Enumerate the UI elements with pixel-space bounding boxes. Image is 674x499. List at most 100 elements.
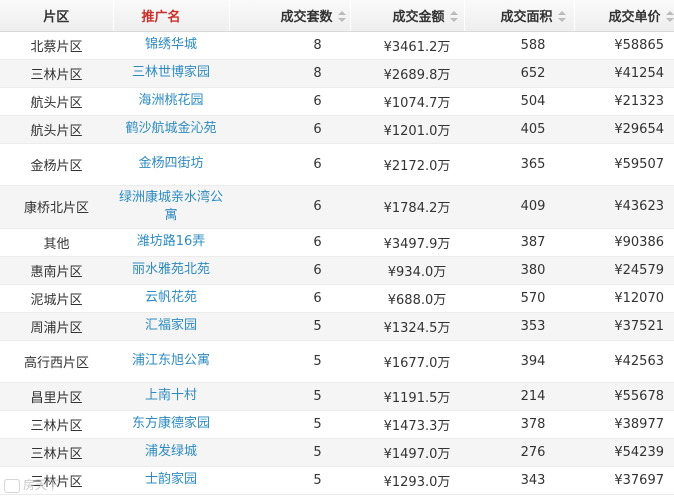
cell-area: 570 bbox=[520, 290, 546, 306]
project-link[interactable]: 金杨四街坊 bbox=[138, 156, 203, 171]
cell-price: ¥58865 bbox=[614, 37, 664, 53]
cell-units: 5 bbox=[313, 444, 322, 460]
cell-project: 云帆花苑 bbox=[113, 284, 229, 312]
cell-units: 6 bbox=[313, 234, 322, 250]
cell-price: ¥29654 bbox=[614, 121, 664, 137]
cell-price: ¥43623 bbox=[614, 199, 664, 214]
sort-icon[interactable] bbox=[337, 10, 346, 22]
table-row: 航头片区 鹤沙航城金沁苑 6 ¥1201.0万 405 ¥29654 bbox=[0, 115, 674, 143]
watermark-logo-icon bbox=[4, 478, 20, 493]
cell-area: 276 bbox=[520, 444, 546, 460]
project-link[interactable]: 潍坊路16弄 bbox=[137, 234, 206, 249]
cell-price: ¥21323 bbox=[614, 93, 664, 109]
sort-icon[interactable] bbox=[665, 10, 674, 22]
project-link[interactable]: 汇福家园 bbox=[145, 318, 197, 333]
cell-amount: ¥1677.0万 bbox=[383, 355, 451, 371]
cell-area: 380 bbox=[520, 262, 546, 278]
sort-icon[interactable] bbox=[557, 10, 566, 22]
cell-district: 航头片区 bbox=[30, 95, 83, 111]
cell-project: 锦绣华城 bbox=[113, 31, 229, 59]
project-link[interactable]: 上南十村 bbox=[145, 388, 197, 403]
transactions-table: 片区 推广名 成交套数 成交金额 成交面积 成交单价 北蔡片区 锦绣华城 8 ¥… bbox=[0, 0, 674, 495]
cell-district: 三林片区 bbox=[30, 446, 83, 462]
table-row: 周浦片区 汇福家园 5 ¥1324.5万 353 ¥37521 bbox=[0, 312, 674, 340]
cell-amount: ¥1473.3万 bbox=[383, 418, 451, 434]
cell-project: 浦发绿城 bbox=[113, 438, 229, 466]
cell-price: ¥55678 bbox=[614, 388, 664, 404]
table-row: 昌里片区 上南十村 5 ¥1191.5万 214 ¥55678 bbox=[0, 382, 674, 410]
cell-area: 588 bbox=[520, 37, 546, 53]
table-row: 高行西片区 浦江东旭公寓 5 ¥1677.0万 394 ¥42563 bbox=[0, 340, 674, 382]
header-project: 推广名 bbox=[113, 0, 230, 32]
project-link[interactable]: 云帆花苑 bbox=[145, 290, 197, 305]
cell-amount: ¥1201.0万 bbox=[383, 123, 451, 139]
table-row: 三林片区 东方康德家园 5 ¥1473.3万 378 ¥38977 bbox=[0, 410, 674, 438]
cell-project: 士韵家园 bbox=[113, 466, 229, 494]
project-link[interactable]: 海洲桃花园 bbox=[138, 93, 203, 108]
header-amount[interactable]: 成交金额 bbox=[350, 0, 465, 32]
header-units[interactable]: 成交套数 bbox=[229, 0, 351, 32]
cell-amount: ¥1497.0万 bbox=[383, 446, 451, 462]
cell-district: 高行西片区 bbox=[23, 355, 89, 371]
table-row: 三林片区 士韵家园 5 ¥1293.0万 343 ¥37697 bbox=[0, 466, 674, 494]
header-price-label: 成交单价 bbox=[608, 9, 661, 25]
table-row: 其他 潍坊路16弄 6 ¥3497.9万 387 ¥90386 bbox=[0, 228, 674, 256]
cell-project: 东方康德家园 bbox=[113, 410, 229, 438]
cell-units: 5 bbox=[313, 472, 322, 488]
cell-project: 金杨四街坊 bbox=[113, 143, 229, 185]
table-row: 三林片区 三林世博家园 8 ¥2689.8万 652 ¥41254 bbox=[0, 59, 674, 87]
project-link[interactable]: 士韵家园 bbox=[145, 472, 197, 487]
cell-district: 航头片区 bbox=[30, 123, 83, 139]
cell-amount: ¥3461.2万 bbox=[383, 39, 451, 55]
cell-units: 6 bbox=[313, 121, 322, 137]
cell-amount: ¥2689.8万 bbox=[383, 67, 451, 83]
cell-price: ¥38977 bbox=[614, 416, 664, 432]
cell-amount: ¥3497.9万 bbox=[383, 236, 451, 252]
cell-amount: ¥1191.5万 bbox=[383, 390, 451, 406]
cell-district: 周浦片区 bbox=[30, 320, 83, 336]
cell-district: 惠南片区 bbox=[30, 264, 83, 280]
cell-amount: ¥1074.7万 bbox=[383, 95, 451, 111]
header-units-label: 成交套数 bbox=[280, 9, 333, 25]
cell-district: 康桥北片区 bbox=[23, 201, 89, 216]
header-amount-label: 成交金额 bbox=[392, 9, 445, 25]
watermark: 房天下 bbox=[4, 476, 59, 493]
cell-price: ¥37521 bbox=[614, 318, 664, 334]
table-header-row: 片区 推广名 成交套数 成交金额 成交面积 成交单价 bbox=[0, 0, 674, 32]
project-link[interactable]: 三林世博家园 bbox=[132, 65, 210, 80]
cell-area: 378 bbox=[520, 416, 546, 432]
project-link[interactable]: 东方康德家园 bbox=[132, 416, 210, 431]
cell-area: 214 bbox=[520, 388, 546, 404]
cell-district: 泥城片区 bbox=[30, 292, 83, 308]
cell-project: 上南十村 bbox=[113, 382, 229, 410]
cell-price: ¥24579 bbox=[614, 262, 664, 278]
project-link[interactable]: 浦发绿城 bbox=[145, 444, 197, 459]
project-link[interactable]: 浦江东旭公寓 bbox=[132, 353, 210, 368]
cell-project: 丽水雅苑北苑 bbox=[113, 256, 229, 284]
header-project-label: 推广名 bbox=[141, 9, 181, 25]
cell-units: 5 bbox=[313, 388, 322, 404]
cell-project: 汇福家园 bbox=[113, 312, 229, 340]
cell-district: 其他 bbox=[43, 236, 70, 252]
cell-amount: ¥2172.0万 bbox=[383, 158, 451, 174]
project-link[interactable]: 丽水雅苑北苑 bbox=[132, 262, 210, 277]
sort-icon[interactable] bbox=[449, 10, 458, 22]
cell-project: 鹤沙航城金沁苑 bbox=[113, 115, 229, 143]
cell-units: 6 bbox=[313, 199, 322, 214]
cell-district: 金杨片区 bbox=[30, 158, 83, 174]
cell-price: ¥42563 bbox=[614, 353, 664, 369]
header-price[interactable]: 成交单价 bbox=[574, 0, 674, 32]
cell-units: 6 bbox=[313, 93, 322, 109]
cell-project: 绿洲康城亲水湾公寓 bbox=[113, 185, 229, 228]
project-link[interactable]: 鹤沙航城金沁苑 bbox=[125, 121, 216, 136]
cell-district: 三林片区 bbox=[30, 67, 83, 83]
project-link[interactable]: 锦绣华城 bbox=[145, 37, 197, 52]
cell-project: 潍坊路16弄 bbox=[113, 228, 229, 256]
cell-project: 三林世博家园 bbox=[113, 59, 229, 87]
table-row: 金杨片区 金杨四街坊 6 ¥2172.0万 365 ¥59507 bbox=[0, 143, 674, 185]
cell-price: ¥90386 bbox=[614, 234, 664, 250]
cell-price: ¥12070 bbox=[614, 290, 664, 306]
header-area[interactable]: 成交面积 bbox=[464, 0, 575, 32]
cell-area: 405 bbox=[520, 121, 546, 137]
project-link[interactable]: 绿洲康城亲水湾公寓 bbox=[119, 190, 223, 223]
